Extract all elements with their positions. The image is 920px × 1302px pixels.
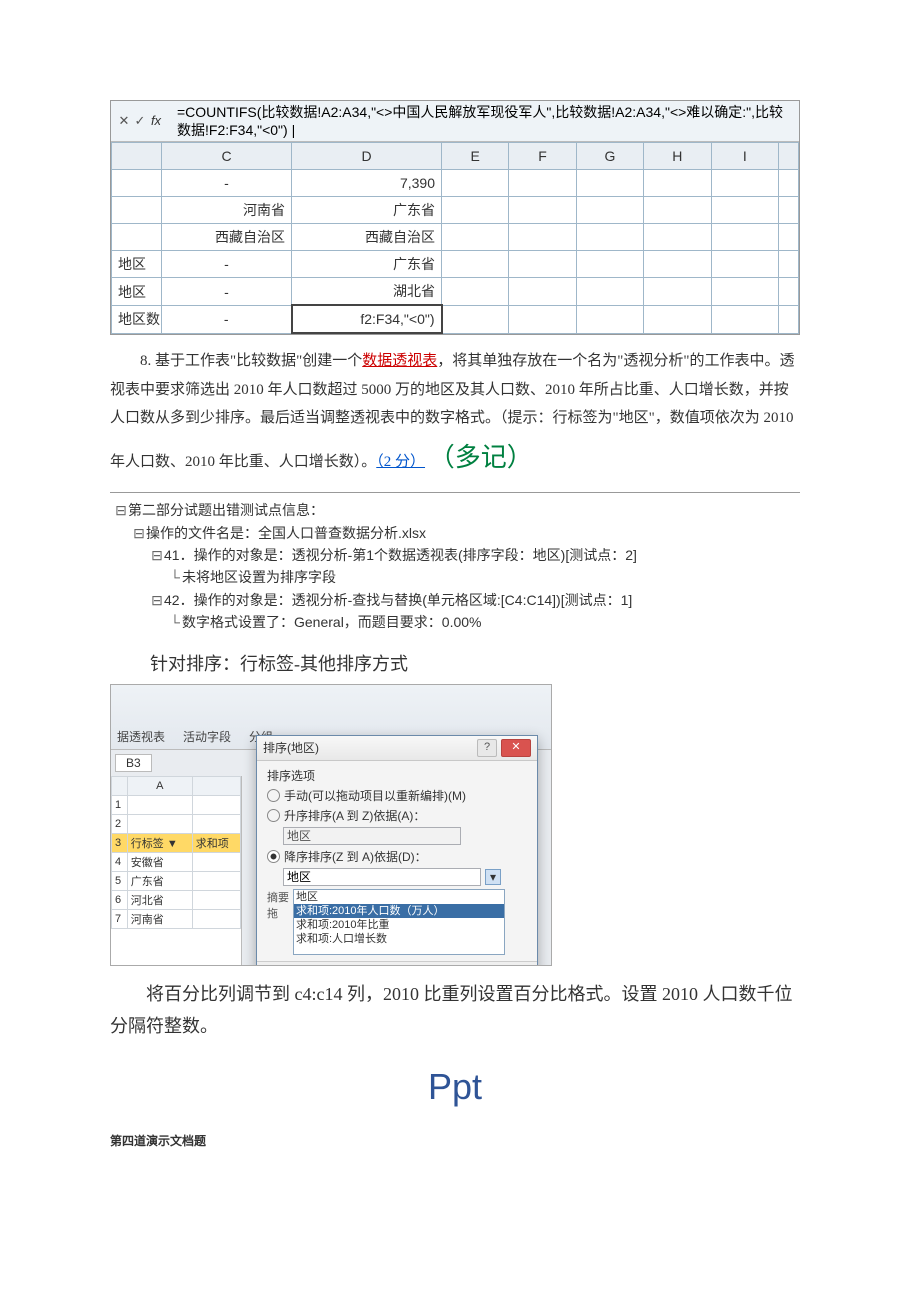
percent-instruction: 将百分比列调节到 c4:c14 列，2010 比重列设置百分比格式。设置 201… bbox=[110, 978, 800, 1043]
fx-icon[interactable]: fx bbox=[149, 113, 163, 129]
excel-formula-figure: ✕ ✓ fx =COUNTIFS(比较数据!A2:A34,"<>中国人民解放军现… bbox=[110, 100, 800, 335]
err-line: 操作的文件名是：全国人口普查数据分析.xlsx bbox=[146, 522, 796, 544]
list-item[interactable]: 求和项:人口增长数 bbox=[294, 932, 504, 946]
err-line: 未将地区设置为排序字段 bbox=[182, 566, 796, 588]
cell[interactable]: - bbox=[162, 305, 292, 333]
grid-row: 地区-广东省 bbox=[112, 251, 799, 278]
q8-lead: 8. 基于工作表"比较数据"创建一个 bbox=[140, 353, 362, 369]
cell[interactable]: 广东省 bbox=[292, 251, 442, 278]
minus-icon[interactable]: ⊟ bbox=[150, 544, 164, 566]
grid-row: 西藏自治区西藏自治区 bbox=[112, 224, 799, 251]
cell[interactable]: 7,390 bbox=[292, 170, 442, 197]
section-label: 排序选项 bbox=[267, 767, 527, 784]
cell[interactable] bbox=[112, 197, 162, 224]
err-line: 第二部分试题出错测试点信息： bbox=[128, 499, 796, 521]
opt-asc: 升序排序(A 到 Z)依据(A)： bbox=[284, 807, 425, 824]
mini-sheet: A 1 2 3行标签 ▼求和项 4安徽省 5广东省 6河北省 7河南省 bbox=[111, 776, 242, 966]
list-item[interactable]: 求和项:2010年比重 bbox=[294, 918, 504, 932]
help-icon[interactable]: ? bbox=[477, 739, 497, 757]
cell[interactable]: 西藏自治区 bbox=[292, 224, 442, 251]
sort-dialog: 排序(地区) ? ✕ 排序选项 手动(可以拖动项目以重新编排)(M) 升序排序(… bbox=[256, 735, 538, 966]
col-header[interactable]: G bbox=[576, 143, 643, 170]
cell[interactable] bbox=[112, 224, 162, 251]
col-header[interactable] bbox=[112, 143, 162, 170]
minus-icon[interactable]: ⊟ bbox=[150, 589, 164, 611]
list-item[interactable]: 地区 bbox=[294, 890, 504, 904]
cell[interactable]: - bbox=[162, 251, 292, 278]
cell[interactable] bbox=[112, 170, 162, 197]
list-item-selected[interactable]: 求和项:2010年人口数（万人） bbox=[294, 904, 504, 918]
grid-row: -7,390 bbox=[112, 170, 799, 197]
pivot-link: 数据透视表 bbox=[362, 353, 437, 369]
question-8: 8. 基于工作表"比较数据"创建一个数据透视表，将其单独存放在一个名为"透视分析… bbox=[110, 347, 800, 482]
err-line: 42．操作的对象是：透视分析-查找与替换(单元格区域:[C4:C14])[测试点… bbox=[164, 589, 796, 611]
drag-label: 拖 bbox=[267, 905, 289, 921]
cell[interactable]: 西藏自治区 bbox=[162, 224, 292, 251]
cell[interactable]: 地区 bbox=[112, 278, 162, 306]
spreadsheet-grid[interactable]: C D E F G H I -7,390 河南省广东省 西藏自治区西藏自治区 地… bbox=[111, 142, 799, 334]
col-A[interactable]: A bbox=[127, 776, 192, 795]
ribbon-item[interactable]: 活动字段 bbox=[183, 728, 231, 745]
filter-icon[interactable]: ▼ bbox=[167, 838, 178, 850]
leaf-icon: └ bbox=[168, 566, 182, 588]
col-header[interactable]: I bbox=[711, 143, 778, 170]
cell[interactable]: 地区 bbox=[112, 251, 162, 278]
radio-asc[interactable] bbox=[267, 809, 280, 822]
cell[interactable]: - bbox=[162, 170, 292, 197]
desc-field[interactable] bbox=[283, 868, 481, 886]
cell[interactable]: 广东省 bbox=[292, 197, 442, 224]
grid-row: 地区数-f2:F34,"<0") bbox=[112, 305, 799, 333]
list-item[interactable]: 广东省 bbox=[127, 871, 192, 890]
cell[interactable]: 河南省 bbox=[162, 197, 292, 224]
ribbon-item[interactable]: 据透视表 bbox=[117, 728, 165, 745]
opt-manual: 手动(可以拖动项目以重新编排)(M) bbox=[284, 787, 466, 804]
cell[interactable]: 地区数 bbox=[112, 305, 162, 333]
col-header[interactable]: D bbox=[292, 143, 442, 170]
close-icon[interactable]: ✕ bbox=[501, 739, 531, 757]
active-cell[interactable]: f2:F34,"<0") bbox=[292, 305, 442, 333]
sort-field-list[interactable]: 地区 求和项:2010年人口数（万人） 求和项:2010年比重 求和项:人口增长… bbox=[293, 889, 505, 955]
sum-header[interactable]: 求和项 bbox=[192, 833, 240, 852]
score: （2 分） bbox=[376, 454, 425, 470]
grid-row: 地区-湖北省 bbox=[112, 278, 799, 306]
radio-desc[interactable] bbox=[267, 850, 280, 863]
presentation-q4-heading: 第四道演示文档题 bbox=[110, 1132, 800, 1149]
cell[interactable]: - bbox=[162, 278, 292, 306]
col-header[interactable] bbox=[779, 143, 799, 170]
leaf-icon: └ bbox=[168, 611, 182, 633]
sort-screenshot: 据透视表 活动字段 分组 B3 A 1 2 3行标签 ▼求和项 4安徽省 5广东… bbox=[110, 684, 552, 966]
ppt-heading: Ppt bbox=[110, 1066, 800, 1108]
grid-row: 河南省广东省 bbox=[112, 197, 799, 224]
dialog-title: 排序(地区) bbox=[263, 739, 319, 756]
name-box[interactable]: B3 bbox=[115, 754, 152, 772]
formula-bar: ✕ ✓ fx =COUNTIFS(比较数据!A2:A34,"<>中国人民解放军现… bbox=[111, 101, 799, 142]
err-line: 41．操作的对象是：透视分析-第1个数据透视表(排序字段：地区)[测试点：2] bbox=[164, 544, 796, 566]
col-header[interactable]: E bbox=[442, 143, 509, 170]
row-label-header[interactable]: 行标签 ▼ bbox=[127, 833, 192, 852]
opt-desc: 降序排序(Z 到 A)依据(D)： bbox=[284, 848, 427, 865]
minus-icon[interactable]: ⊟ bbox=[114, 499, 128, 521]
sort-label: 针对排序：行标签-其他排序方式 bbox=[150, 650, 800, 676]
minus-icon[interactable]: ⊟ bbox=[132, 522, 146, 544]
col-header[interactable]: C bbox=[162, 143, 292, 170]
cell[interactable]: 湖北省 bbox=[292, 278, 442, 306]
col-header[interactable]: F bbox=[509, 143, 576, 170]
formula-text[interactable]: =COUNTIFS(比较数据!A2:A34,"<>中国人民解放军现役军人",比较… bbox=[177, 103, 793, 139]
list-item[interactable]: 安徽省 bbox=[127, 852, 192, 871]
col-header[interactable]: H bbox=[644, 143, 711, 170]
list-item[interactable]: 河南省 bbox=[127, 909, 192, 928]
list-item[interactable]: 河北省 bbox=[127, 890, 192, 909]
chevron-down-icon[interactable]: ▾ bbox=[485, 869, 501, 885]
error-report: ⊟第二部分试题出错测试点信息： ⊟操作的文件名是：全国人口普查数据分析.xlsx… bbox=[110, 492, 800, 639]
radio-manual[interactable] bbox=[267, 789, 280, 802]
err-line: 数字格式设置了：General，而题目要求：0.00% bbox=[182, 611, 796, 633]
note-extra: （多记） bbox=[429, 443, 533, 472]
cancel-icon[interactable]: ✕ bbox=[117, 113, 131, 129]
confirm-icon[interactable]: ✓ bbox=[133, 113, 147, 129]
asc-field bbox=[283, 827, 461, 845]
summary-label: 摘要 bbox=[267, 889, 289, 905]
